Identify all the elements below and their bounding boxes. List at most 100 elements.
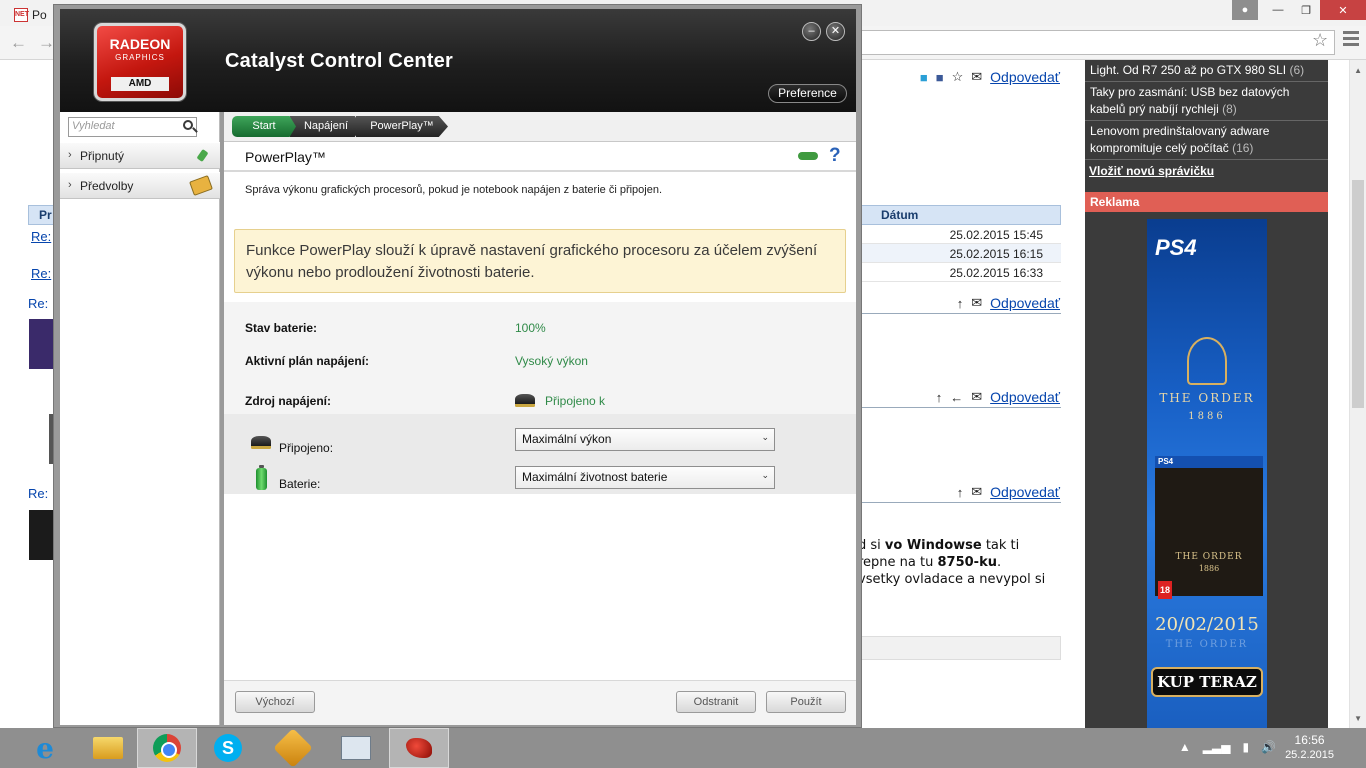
taskbar-internet-explorer[interactable]: e: [15, 728, 75, 768]
reply-label: Re:: [28, 296, 49, 311]
browser-menu-icon[interactable]: [1343, 31, 1359, 49]
chevron-right-icon: ›: [68, 149, 72, 161]
post-body: d si vo Windowse tak ti repne na tu 8750…: [858, 537, 1045, 588]
arrow-back-icon[interactable]: ←: [950, 390, 963, 405]
twitter-icon[interactable]: ■: [920, 70, 928, 85]
chevron-right-icon: ›: [68, 179, 72, 191]
scrollbar-thumb[interactable]: [1352, 180, 1364, 408]
help-icon[interactable]: ?: [829, 145, 841, 167]
mail-icon[interactable]: ✉: [971, 389, 982, 405]
signal-icon[interactable]: ▂▃▅: [1203, 740, 1231, 754]
sidebar-item-presets[interactable]: › Předvolby: [60, 172, 220, 199]
divider: [858, 502, 1061, 503]
battery-status-value: 100%: [515, 321, 546, 335]
reply-link[interactable]: Odpovedať: [990, 295, 1060, 311]
ps4-ad-banner[interactable]: PS4 THE ORDER 1886 PS4 THE ORDER 1886 18…: [1147, 219, 1267, 728]
arrow-up-icon[interactable]: ↑: [957, 296, 964, 311]
radeon-logo: RADEON GRAPHICS AMD: [94, 23, 186, 101]
taskbar: e S ▲ ▂▃▅ ▮ 🔊 16:56 25.2.2015: [0, 728, 1366, 768]
show-hidden-icons-icon[interactable]: ▲: [1179, 740, 1191, 754]
preset-card-icon: [189, 175, 213, 196]
avatar: [29, 319, 53, 369]
arrow-up-icon[interactable]: ↑: [957, 485, 964, 500]
scroll-down-icon[interactable]: ▼: [1354, 714, 1362, 723]
plugged-in-select[interactable]: Maximální výkon ⌄: [515, 428, 775, 451]
sidebar-item-label: Připnutý: [80, 149, 125, 163]
site-favicon-icon: NET: [14, 8, 29, 22]
news-item[interactable]: Lenovom predinštalovaný adware kompromit…: [1085, 121, 1328, 160]
plug-icon: [251, 436, 271, 449]
thread-link[interactable]: Re:: [31, 266, 51, 281]
mail-icon[interactable]: ✉: [971, 295, 982, 311]
back-icon[interactable]: ←: [10, 33, 27, 53]
clock[interactable]: 16:56 25.2.2015: [1285, 733, 1334, 763]
chevron-down-icon: ⌄: [761, 432, 769, 442]
pin-page-icon[interactable]: [798, 152, 818, 160]
ad-year: 1886: [1188, 411, 1226, 422]
taskbar-catalyst[interactable]: [389, 728, 449, 768]
reply-link[interactable]: Odpovedať: [990, 389, 1060, 405]
right-sidebar: Light. Od R7 250 až po GTX 980 SLI (6) T…: [1085, 60, 1328, 728]
facebook-icon[interactable]: ■: [936, 70, 944, 85]
plug-icon: [515, 394, 535, 407]
table-row: 25.02.2015 16:15: [858, 244, 1061, 263]
winamp-icon: [273, 728, 313, 768]
control-panel-icon: [341, 736, 371, 760]
address-bar[interactable]: [860, 30, 1335, 55]
taskbar-skype[interactable]: S: [198, 728, 258, 768]
news-item[interactable]: Taky pro zasmání: USB bez datových kabel…: [1085, 82, 1328, 121]
mail-icon[interactable]: ✉: [971, 484, 982, 500]
apply-button[interactable]: Použít: [766, 691, 846, 713]
power-plan-value: Vysoký výkon: [515, 354, 588, 368]
search-input[interactable]: Vyhledat: [68, 117, 197, 137]
ccc-main-panel: PowerPlay™ Napájení Start PowerPlay™ ? S…: [224, 112, 856, 725]
news-item[interactable]: Light. Od R7 250 až po GTX 980 SLI (6): [1085, 60, 1328, 82]
arrow-up-icon[interactable]: ↑: [936, 390, 943, 405]
add-news-link[interactable]: Vložiť novú správičku: [1085, 160, 1328, 182]
volume-icon[interactable]: 🔊: [1261, 740, 1276, 754]
breadcrumb-start[interactable]: Start: [232, 116, 296, 137]
defaults-button[interactable]: Výchozí: [235, 691, 315, 713]
power-source-label: Zdroj napájení:: [245, 394, 332, 408]
battery-tray-icon[interactable]: ▮: [1242, 740, 1249, 754]
browser-restore-button[interactable]: ❐: [1292, 0, 1320, 20]
bookmark-star-icon[interactable]: ☆: [1312, 30, 1328, 51]
mail-icon[interactable]: ✉: [971, 69, 982, 85]
ccc-minimize-button[interactable]: –: [802, 22, 821, 41]
browser-minimize-button[interactable]: —: [1264, 0, 1292, 20]
the-order-emblem-icon: [1187, 337, 1227, 385]
post-actions: ↑ ← ✉ Odpovedať: [936, 389, 1060, 405]
battery-select[interactable]: Maximální životnost baterie ⌄: [515, 466, 775, 489]
ccc-footer: [224, 680, 856, 725]
taskbar-winamp[interactable]: [263, 728, 323, 768]
section-header: PowerPlay™ ?: [224, 142, 856, 172]
reply-link[interactable]: Odpovedať: [990, 69, 1060, 85]
breadcrumb-power[interactable]: Napájení: [290, 116, 362, 137]
taskbar-chrome[interactable]: [137, 728, 197, 768]
reply-label: Re:: [28, 486, 49, 501]
browser-close-button[interactable]: ✕: [1320, 0, 1366, 20]
scroll-up-icon[interactable]: ▲: [1354, 66, 1362, 75]
table-row: 25.02.2015 15:45: [858, 225, 1061, 244]
ccc-sidebar: Vyhledat › Připnutý › Předvolby: [60, 112, 220, 725]
avatar: [29, 510, 53, 560]
reply-link[interactable]: Odpovedať: [990, 484, 1060, 500]
taskbar-control-panel[interactable]: [326, 728, 386, 768]
pin-icon: [196, 148, 209, 163]
ccc-close-button[interactable]: ✕: [826, 22, 845, 41]
sidebar-item-pinned[interactable]: › Připnutý: [60, 142, 220, 169]
game-box-art: PS4 THE ORDER 1886 18: [1155, 456, 1263, 599]
star-icon[interactable]: ☆: [952, 69, 964, 85]
ad-header: Reklama: [1085, 192, 1328, 212]
release-date: 20/02/2015: [1155, 614, 1259, 635]
breadcrumb-powerplay[interactable]: PowerPlay™: [356, 116, 448, 137]
taskbar-file-explorer[interactable]: [78, 728, 138, 768]
plugged-in-label: Připojeno:: [279, 441, 334, 455]
thread-link[interactable]: Re:: [31, 229, 51, 244]
user-profile-icon[interactable]: ●: [1232, 0, 1258, 20]
preference-button[interactable]: Preference: [768, 84, 847, 103]
page-title: PowerPlay™: [245, 149, 326, 165]
buy-now-button[interactable]: KUP TERAZ: [1151, 667, 1263, 697]
search-icon[interactable]: [183, 120, 193, 130]
discard-button[interactable]: Odstranit: [676, 691, 756, 713]
